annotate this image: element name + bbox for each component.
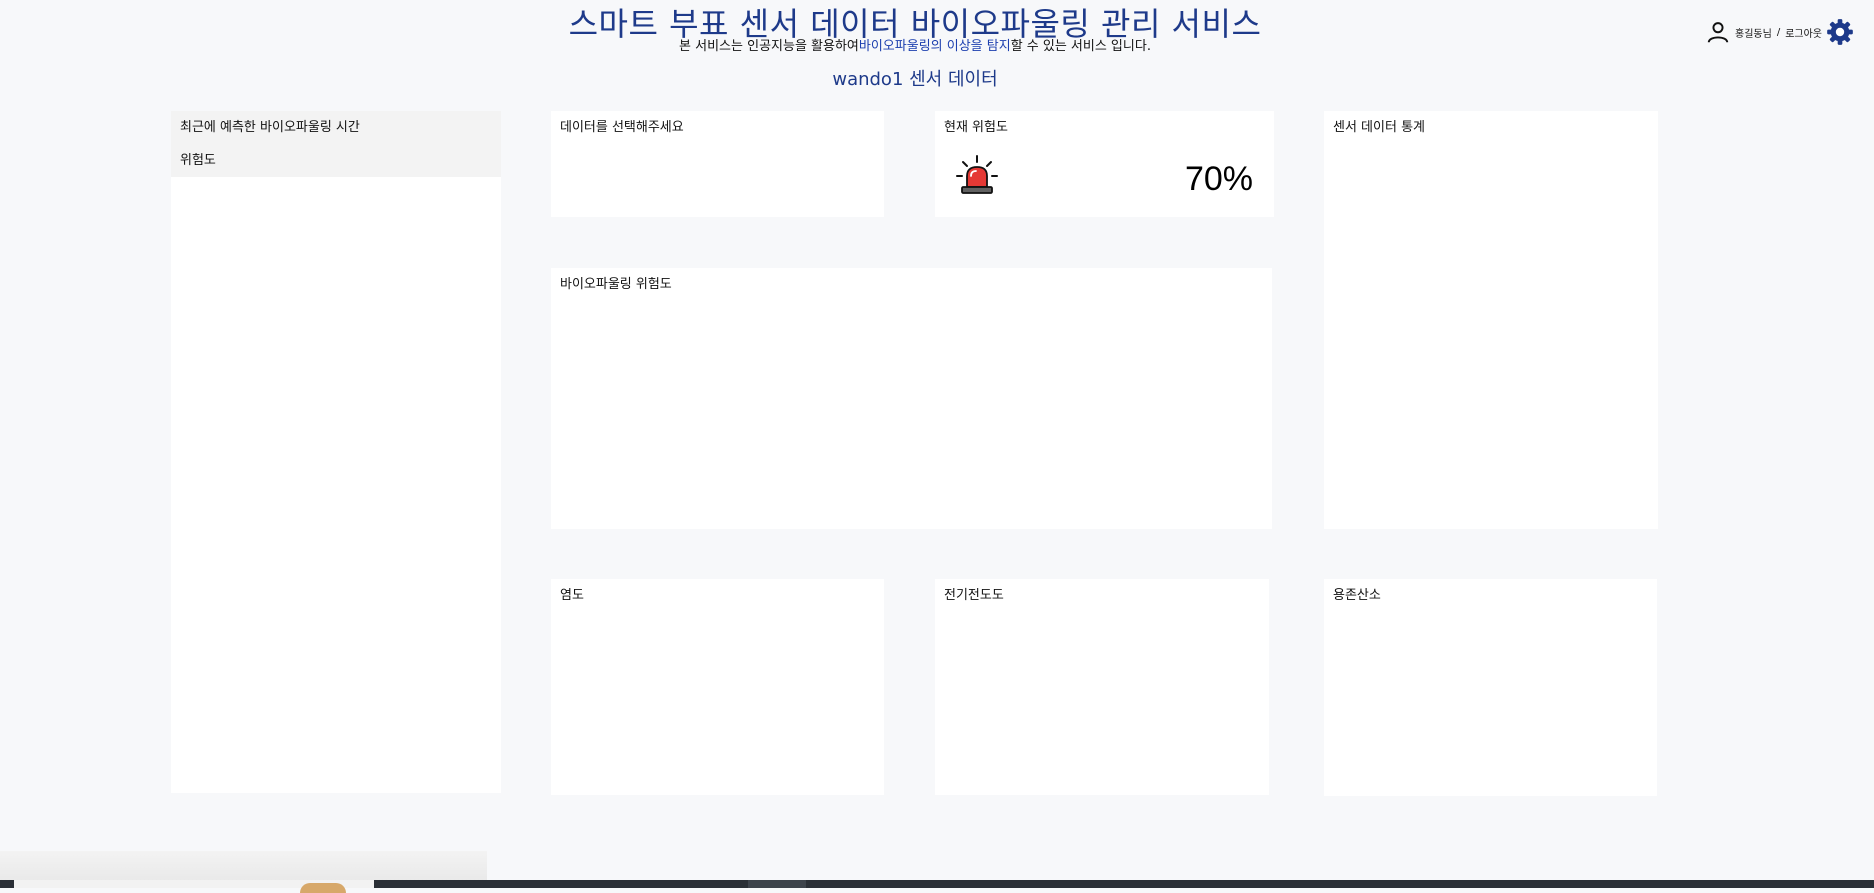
recent-predictions-panel: 최근에 예측한 바이오파울링 시간 위험도	[171, 111, 501, 793]
user-area: 홍길동님 / 로그아웃	[1705, 18, 1854, 46]
select-data-title: 데이터를 선택해주세요	[560, 120, 684, 135]
bottom-overlay	[0, 851, 487, 881]
sensor-heading: wando1 센서 데이터	[832, 69, 998, 90]
current-risk-panel: 현재 위험도 70%	[935, 111, 1274, 217]
taskbar-app-icon[interactable]	[300, 883, 346, 893]
subtitle-text-pre: 본 서비스는 인공지능을 활용하여	[679, 39, 859, 54]
conductivity-title: 전기전도도	[944, 588, 1004, 603]
subtitle-text-post: 할 수 있는 서비스 입니다.	[1010, 39, 1151, 54]
user-icon	[1707, 22, 1729, 43]
logout-link[interactable]: 로그아웃	[1785, 25, 1822, 40]
current-risk-value: 70%	[1184, 160, 1253, 198]
current-risk-title: 현재 위험도	[944, 120, 1008, 135]
siren-icon	[956, 155, 998, 194]
recent-predictions-title: 최근에 예측한 바이오파울링 시간	[180, 120, 360, 135]
taskbar	[0, 880, 1874, 893]
conductivity-panel: 전기전도도	[935, 579, 1269, 795]
select-data-panel[interactable]: 데이터를 선택해주세요	[551, 111, 884, 217]
salinity-title: 염도	[560, 588, 584, 603]
biofouling-risk-title: 바이오파울링 위험도	[560, 277, 672, 292]
biofouling-risk-panel: 바이오파울링 위험도	[551, 268, 1272, 529]
taskbar-active-app[interactable]	[748, 880, 806, 888]
dissolved-oxygen-panel: 용존산소	[1324, 579, 1657, 796]
salinity-panel: 염도	[551, 579, 884, 795]
recent-predictions-risk-label: 위험도	[180, 153, 216, 168]
user-name: 홍길동님	[1735, 28, 1772, 40]
dissolved-oxygen-title: 용존산소	[1333, 588, 1381, 603]
user-separator: /	[1776, 26, 1781, 38]
sensor-stats-title: 센서 데이터 통계	[1333, 120, 1425, 135]
subtitle-highlight: 바이오파울링의 이상을 탐지	[858, 39, 1011, 54]
page-subtitle: 본 서비스는 인공지능을 활용하여바이오파울링의 이상을 탐지할 수 있는 서비…	[0, 38, 1830, 56]
gear-icon[interactable]	[1826, 18, 1854, 46]
sensor-stats-panel: 센서 데이터 통계	[1324, 111, 1658, 529]
